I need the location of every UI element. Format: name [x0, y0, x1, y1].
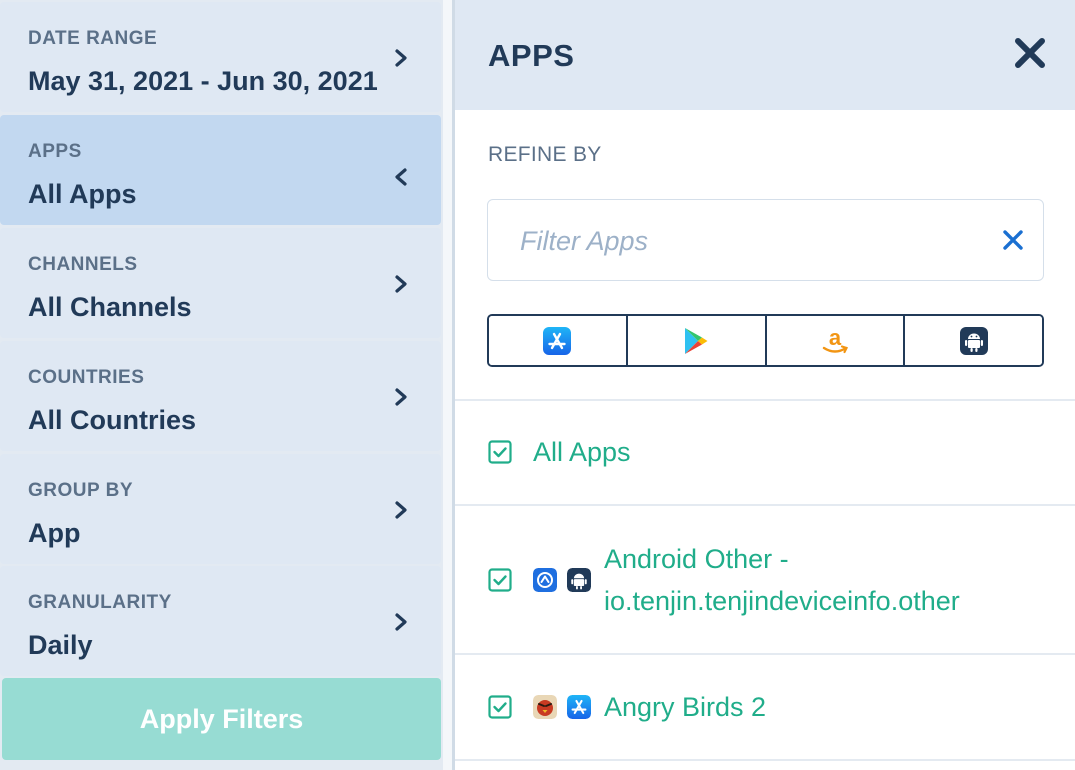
filter-sidebar: DATE RANGE May 31, 2021 - Jun 30, 2021 A…	[0, 0, 443, 770]
filter-granularity[interactable]: GRANULARITY Daily	[0, 566, 441, 676]
app-name-line2: io.tenjin.tenjindeviceinfo.other	[604, 586, 960, 616]
angry-birds-icon	[533, 695, 557, 719]
store-android-button[interactable]	[905, 316, 1042, 365]
svg-text:a: a	[829, 326, 842, 350]
filter-label: CHANNELS	[28, 254, 138, 275]
panel-title: APPS	[488, 38, 575, 73]
app-row-android-other[interactable]: Android Other - io.tenjin.tenjindevicein…	[455, 505, 1075, 653]
store-google-play-button[interactable]	[627, 316, 767, 365]
apps-panel: APPS REFINE BY Filter Apps a All Apps An…	[455, 0, 1075, 770]
chevron-right-icon	[395, 501, 407, 519]
checkbox-checked-icon[interactable]	[488, 440, 512, 464]
close-icon[interactable]	[1013, 36, 1047, 70]
filters-screen: DATE RANGE May 31, 2021 - Jun 30, 2021 A…	[0, 0, 1075, 770]
filter-value: May 31, 2021 - Jun 30, 2021	[28, 66, 378, 96]
filter-value: Daily	[28, 630, 93, 660]
filter-group-by[interactable]: GROUP BY App	[0, 454, 441, 564]
chevron-right-icon	[395, 388, 407, 406]
store-app-store-button[interactable]	[489, 316, 628, 365]
filter-label: GROUP BY	[28, 480, 134, 501]
filter-apps-input[interactable]	[520, 222, 980, 260]
filter-countries[interactable]: COUNTRIES All Countries	[0, 341, 441, 451]
app-name-line1: Android Other -	[604, 544, 789, 574]
filter-apps-field	[487, 199, 1044, 281]
google-play-icon	[685, 327, 708, 354]
android-icon	[959, 326, 988, 355]
filter-label: GRANULARITY	[28, 592, 172, 613]
chevron-right-icon	[395, 49, 407, 67]
filter-value: All Countries	[28, 405, 197, 435]
app-generic-icon	[533, 568, 557, 592]
apply-filters-button[interactable]: Apply Filters	[2, 678, 441, 760]
app-store-icon	[543, 326, 572, 355]
app-name: All Apps	[533, 437, 631, 467]
amazon-icon: a	[822, 326, 848, 353]
refine-by-label: REFINE BY	[488, 143, 602, 166]
chevron-right-icon	[395, 613, 407, 631]
filter-apps[interactable]: APPS All Apps	[0, 115, 441, 225]
filter-label: APPS	[28, 141, 82, 162]
separator	[455, 759, 1075, 761]
chevron-left-icon	[395, 168, 407, 186]
app-row-all-apps[interactable]: All Apps	[455, 400, 1075, 504]
filter-value: App	[28, 518, 81, 548]
filter-date-range[interactable]: DATE RANGE May 31, 2021 - Jun 30, 2021	[0, 2, 441, 112]
chevron-right-icon	[395, 275, 407, 293]
filter-label: DATE RANGE	[28, 28, 158, 49]
checkbox-checked-icon[interactable]	[488, 568, 512, 592]
clear-icon[interactable]	[1001, 228, 1025, 252]
checkbox-checked-icon[interactable]	[488, 695, 512, 719]
app-name: Angry Birds 2	[604, 692, 767, 722]
android-icon	[567, 568, 591, 592]
filter-value: All Apps	[28, 179, 137, 209]
filter-channels[interactable]: CHANNELS All Channels	[0, 228, 441, 338]
app-row-angry-birds-2[interactable]: Angry Birds 2	[455, 654, 1075, 759]
store-amazon-button[interactable]: a	[766, 316, 906, 365]
apps-panel-header: APPS	[455, 0, 1075, 110]
store-filter-group: a	[487, 314, 1044, 367]
filter-label: COUNTRIES	[28, 367, 145, 388]
app-store-icon	[567, 695, 591, 719]
filter-value: All Channels	[28, 292, 192, 322]
